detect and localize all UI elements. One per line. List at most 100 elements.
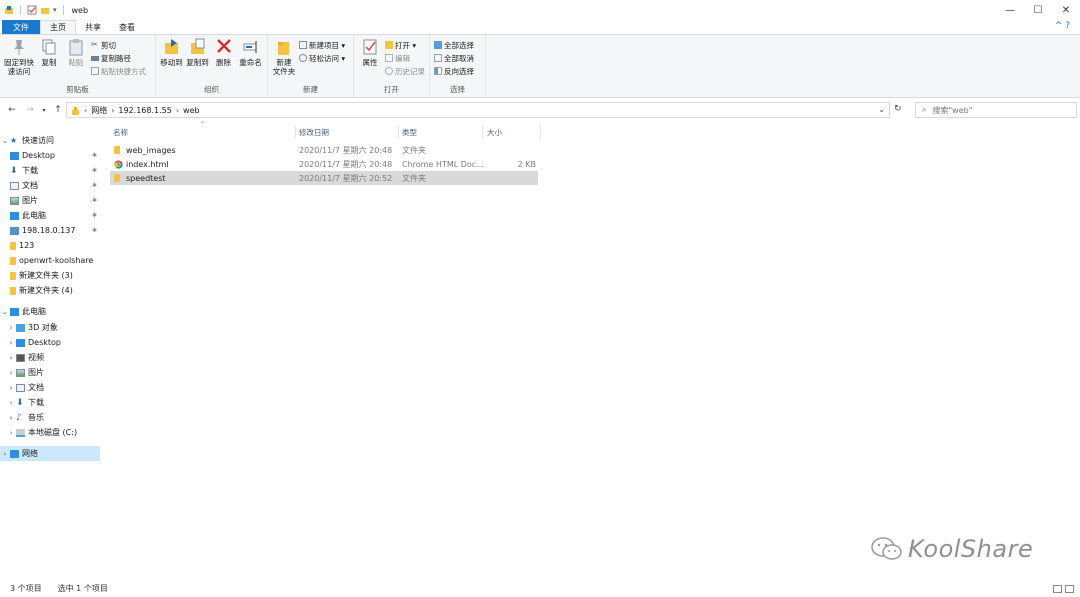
collapse-chevron-icon[interactable]: ›	[6, 429, 16, 437]
nav-item-desktop[interactable]: Desktop ✱	[0, 148, 100, 163]
column-divider[interactable]	[540, 125, 541, 139]
document-icon	[10, 181, 19, 190]
nav-item-videos[interactable]: › 视频	[0, 350, 100, 365]
collapse-chevron-icon[interactable]: ›	[6, 324, 16, 332]
folder-icon	[10, 271, 16, 280]
address-bar-row: ← → ▾ ↑ › 网络 › 192.168.1.55 › web ⌄ ↻ ⌕ …	[0, 99, 1080, 121]
video-icon	[16, 353, 25, 362]
download-icon: ⬇	[10, 165, 18, 176]
forward-arrow-icon[interactable]: →	[24, 105, 36, 115]
history-label: 历史记录	[395, 66, 425, 76]
nav-network[interactable]: › 网络	[0, 446, 100, 461]
collapse-chevron-icon[interactable]: ›	[6, 354, 16, 362]
navigation-pane: ⌄ ★ 快速访问 Desktop ✱ ⬇ 下载 ✱ 文档 ✱ 图片 ✱ 此电脑 ✱ 198…	[0, 130, 100, 570]
nav-item-network-drive[interactable]: 198.18.0.137 ✱	[0, 223, 100, 238]
nav-item-pictures[interactable]: 图片 ✱	[0, 193, 100, 208]
recent-locations-icon[interactable]: ▾	[38, 107, 50, 114]
refresh-icon[interactable]: ↻	[894, 104, 902, 114]
nav-item-pictures[interactable]: › 图片	[0, 365, 100, 380]
nav-this-pc[interactable]: ⌄ 此电脑	[0, 304, 100, 319]
properties-icon[interactable]	[27, 5, 37, 15]
new-item-button[interactable]: 新建项目 ▾	[299, 40, 345, 50]
nav-label: 3D 对象	[28, 323, 58, 332]
watermark-text: KoolShare	[908, 535, 1034, 563]
history-button[interactable]: 历史记录	[385, 66, 425, 76]
expand-chevron-icon[interactable]: ⌄	[0, 137, 10, 145]
folder-icon	[10, 286, 16, 295]
nav-item-folder[interactable]: 新建文件夹 (3)	[0, 268, 100, 283]
help-icon[interactable]: ^ ?	[1055, 21, 1070, 31]
large-icons-view-icon[interactable]	[1065, 585, 1074, 593]
column-divider[interactable]	[482, 125, 483, 139]
column-divider[interactable]	[398, 125, 399, 139]
nav-item-folder[interactable]: 123	[0, 238, 100, 253]
nav-item-music[interactable]: › ♪ 音乐	[0, 410, 100, 425]
collapse-chevron-icon[interactable]: ›	[6, 369, 16, 377]
edit-button[interactable]: 编辑	[385, 53, 425, 63]
easy-access-button[interactable]: 轻松访问 ▾	[299, 53, 345, 63]
nav-item-documents[interactable]: › 文档	[0, 380, 100, 395]
tab-file[interactable]: 文件	[2, 20, 40, 34]
minimize-button[interactable]: —	[996, 0, 1024, 20]
select-all-button[interactable]: 全部选择	[434, 40, 474, 50]
breadcrumb-network[interactable]: 网络	[91, 105, 107, 116]
up-arrow-icon[interactable]: ↑	[52, 105, 64, 115]
collapse-chevron-icon[interactable]: ›	[6, 384, 16, 392]
file-row[interactable]: index.html 2020/11/7 星期六 20:48 Chrome HT…	[110, 157, 538, 171]
tab-share[interactable]: 共享	[76, 20, 110, 34]
open-button[interactable]: 打开 ▾	[385, 40, 425, 50]
nav-item-3d-objects[interactable]: › 3D 对象	[0, 320, 100, 335]
group-label-open: 打开	[384, 85, 399, 94]
collapse-chevron-icon[interactable]: ›	[6, 339, 16, 347]
search-field[interactable]: ⌕ 搜索"web"	[915, 102, 1077, 118]
paste-shortcut-button[interactable]: 粘贴快捷方式	[91, 66, 146, 76]
collapse-chevron-icon[interactable]: ›	[6, 399, 16, 407]
file-row[interactable]: speedtest 2020/11/7 星期六 20:52 文件夹	[110, 171, 538, 185]
address-dropdown-icon[interactable]: ⌄	[878, 105, 885, 114]
column-header-date[interactable]: 修改日期	[299, 125, 399, 139]
file-name: index.html	[126, 159, 169, 169]
pictures-icon	[10, 196, 19, 205]
nav-item-desktop[interactable]: › Desktop	[0, 335, 100, 350]
details-view-icon[interactable]	[1053, 585, 1062, 593]
back-arrow-icon[interactable]: ←	[6, 105, 18, 115]
breadcrumb-web[interactable]: web	[183, 106, 200, 115]
breadcrumb-separator[interactable]: ›	[111, 106, 114, 115]
select-none-button[interactable]: 全部取消	[434, 53, 474, 63]
select-all-icon	[434, 41, 442, 49]
file-date: 2020/11/7 星期六 20:48	[299, 159, 393, 169]
maximize-button[interactable]: ☐	[1024, 0, 1052, 20]
column-header-size[interactable]: 大小	[487, 125, 537, 139]
breadcrumb-host[interactable]: 192.168.1.55	[118, 106, 171, 115]
column-divider[interactable]	[295, 125, 296, 139]
tab-home[interactable]: 主页	[40, 20, 76, 34]
nav-item-folder[interactable]: openwrt-koolshare	[0, 253, 100, 268]
nav-item-folder[interactable]: 新建文件夹 (4)	[0, 283, 100, 298]
customize-qat-icon[interactable]: ▾	[53, 6, 57, 14]
nav-item-local-disk[interactable]: › 本地磁盘 (C:)	[0, 425, 100, 440]
group-open: 属性 打开 ▾ 编辑 历史记录 打开	[354, 35, 430, 97]
window-title: web	[71, 5, 89, 15]
new-folder-icon[interactable]	[40, 5, 50, 15]
nav-quick-access[interactable]: ⌄ ★ 快速访问	[0, 133, 100, 148]
search-icon: ⌕	[922, 105, 927, 114]
nav-item-downloads[interactable]: ⬇ 下载 ✱	[0, 163, 100, 178]
column-header-type[interactable]: 类型	[402, 125, 482, 139]
expand-chevron-icon[interactable]: ⌄	[0, 308, 10, 316]
column-header-name[interactable]: 名称	[113, 125, 295, 139]
address-field[interactable]: › 网络 › 192.168.1.55 › web ⌄	[66, 102, 890, 118]
cut-button[interactable]: ✂ 剪切	[91, 40, 146, 50]
breadcrumb-separator[interactable]: ›	[84, 106, 87, 115]
nav-item-downloads[interactable]: › ⬇ 下载	[0, 395, 100, 410]
tab-view[interactable]: 查看	[110, 20, 144, 34]
breadcrumb-separator[interactable]: ›	[176, 106, 179, 115]
collapse-chevron-icon[interactable]: ›	[6, 414, 16, 422]
nav-item-this-pc[interactable]: 此电脑 ✱	[0, 208, 100, 223]
nav-item-documents[interactable]: 文档 ✱	[0, 178, 100, 193]
close-button[interactable]: ✕	[1052, 0, 1080, 20]
file-row[interactable]: web_images 2020/11/7 星期六 20:48 文件夹	[110, 143, 538, 157]
nav-label: 下载	[22, 166, 38, 175]
collapse-chevron-icon[interactable]: ›	[0, 450, 10, 458]
invert-selection-button[interactable]: 反向选择	[434, 66, 474, 76]
copy-path-button[interactable]: 复制路径	[91, 53, 146, 63]
